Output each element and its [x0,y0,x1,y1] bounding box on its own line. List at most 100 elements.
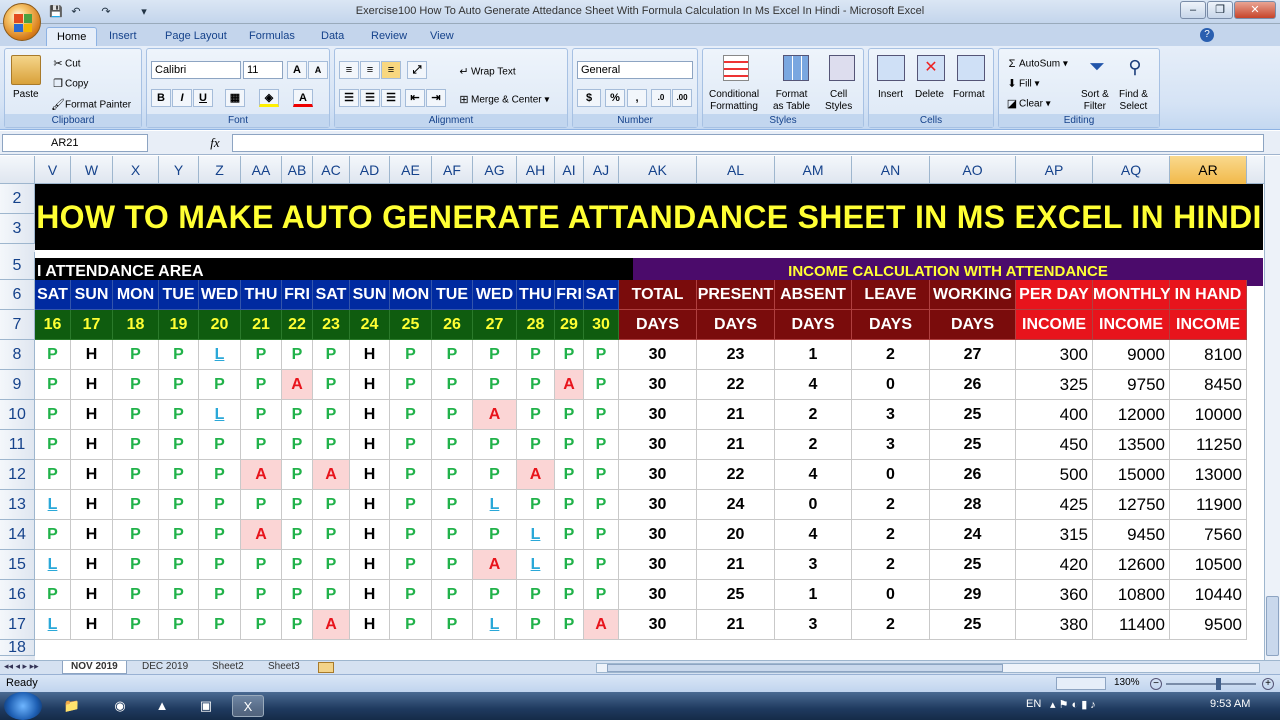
orientation-icon[interactable]: ⤢ [407,61,427,79]
row-header-9[interactable]: 9 [0,370,35,400]
summary-cell[interactable]: 30 [619,430,697,460]
attendance-cell[interactable]: P [113,460,159,490]
summary-cell[interactable]: 0 [852,580,930,610]
day-header[interactable]: MON [113,280,159,310]
date-header[interactable]: 26 [432,310,473,340]
date-header[interactable]: 23 [313,310,350,340]
comma-icon[interactable]: , [627,89,647,107]
attendance-cell[interactable]: P [390,490,432,520]
attendance-cell[interactable]: P [199,550,241,580]
attendance-cell[interactable]: P [241,550,282,580]
attendance-cell[interactable]: L [473,490,517,520]
attendance-cell[interactable]: H [71,520,113,550]
attendance-cell[interactable]: P [432,340,473,370]
attendance-cell[interactable]: P [282,460,313,490]
attendance-cell[interactable]: P [159,370,199,400]
column-header-ad[interactable]: AD [350,156,390,184]
attendance-cell[interactable]: H [71,400,113,430]
summary-cell[interactable]: 425 [1016,490,1093,520]
align-left-icon[interactable]: ☰ [339,89,359,107]
binoculars-icon[interactable]: ⚲ [1123,55,1147,79]
attendance-cell[interactable]: P [313,490,350,520]
attendance-cell[interactable]: P [241,490,282,520]
insert-cells-button[interactable]: Insert [878,89,903,101]
increase-decimal-icon[interactable]: .0 [651,89,671,107]
summary-cell[interactable]: 25 [930,430,1016,460]
paste-button[interactable]: Paste [13,89,39,101]
attendance-cell[interactable]: P [584,490,619,520]
maximize-button[interactable]: ❐ [1207,1,1233,19]
day-header[interactable]: WED [199,280,241,310]
attendance-cell[interactable]: P [584,460,619,490]
summary-cell[interactable]: 7560 [1170,520,1247,550]
summary-cell[interactable]: 30 [619,580,697,610]
firefox-icon[interactable]: ◉ [104,695,136,717]
summary-cell[interactable]: 12000 [1093,400,1170,430]
summary-cell[interactable]: 26 [930,370,1016,400]
date-header[interactable]: 24 [350,310,390,340]
attendance-cell[interactable]: P [473,460,517,490]
column-header-w[interactable]: W [71,156,113,184]
attendance-cell[interactable]: H [71,430,113,460]
day-header[interactable]: SAT [584,280,619,310]
day-header[interactable]: TUE [159,280,199,310]
language-indicator[interactable]: EN [1026,698,1041,710]
attendance-cell[interactable]: H [350,400,390,430]
summary-cell[interactable]: 2 [852,610,930,640]
summary-cell[interactable]: 2 [852,550,930,580]
day-header[interactable]: TUE [432,280,473,310]
attendance-cell[interactable]: L [35,610,71,640]
attendance-cell[interactable]: P [313,340,350,370]
delete-cells-button[interactable]: Delete [915,89,944,101]
clock[interactable]: 9:53 AM [1210,698,1250,710]
column-header-z[interactable]: Z [199,156,241,184]
attendance-cell[interactable]: A [555,370,584,400]
summary-cell[interactable]: 24 [697,490,775,520]
attendance-cell[interactable]: P [199,430,241,460]
attendance-cell[interactable]: P [282,340,313,370]
attendance-cell[interactable]: P [113,520,159,550]
align-center-icon[interactable]: ☰ [360,89,380,107]
view-buttons[interactable] [1056,677,1106,690]
summary-cell[interactable]: 9000 [1093,340,1170,370]
summary-cell[interactable]: 3 [852,400,930,430]
attendance-cell[interactable]: H [350,550,390,580]
explorer-icon[interactable]: 📁 [56,695,88,717]
italic-button[interactable]: I [172,89,192,107]
attendance-cell[interactable]: P [313,370,350,400]
attendance-cell[interactable]: P [555,610,584,640]
summary-cell[interactable]: 11400 [1093,610,1170,640]
attendance-cell[interactable]: A [241,460,282,490]
attendance-cell[interactable]: P [35,460,71,490]
attendance-cell[interactable]: P [390,580,432,610]
find-select-button[interactable]: Find & Select [1119,89,1148,113]
attendance-cell[interactable]: P [555,550,584,580]
attendance-cell[interactable]: P [517,610,555,640]
row-header-7[interactable]: 7 [0,310,35,340]
decrease-indent-icon[interactable]: ⇤ [405,89,425,107]
attendance-cell[interactable]: P [390,520,432,550]
attendance-cell[interactable]: P [241,610,282,640]
summary-cell[interactable]: 4 [775,370,852,400]
summary-cell[interactable]: 30 [619,520,697,550]
summary-cell[interactable]: 2 [852,520,930,550]
attendance-cell[interactable]: P [390,400,432,430]
day-header[interactable]: MON [390,280,432,310]
attendance-cell[interactable]: P [282,490,313,520]
attendance-cell[interactable]: P [35,430,71,460]
attendance-cell[interactable]: P [584,340,619,370]
summary-cell[interactable]: 400 [1016,400,1093,430]
h-scroll-thumb[interactable] [607,664,1003,672]
attendance-cell[interactable]: P [241,400,282,430]
summary-cell[interactable]: 450 [1016,430,1093,460]
attendance-cell[interactable]: P [282,550,313,580]
sheet-tab-sheet2[interactable]: Sheet2 [204,661,252,674]
attendance-cell[interactable]: P [199,490,241,520]
summary-cell[interactable]: 21 [697,430,775,460]
attendance-cell[interactable]: P [113,370,159,400]
zoom-slider[interactable] [1166,683,1256,685]
worksheet-grid[interactable]: HOW TO MAKE AUTO GENERATE ATTANDANCE SHE… [35,184,1263,660]
select-all-corner[interactable] [0,156,35,184]
summary-cell[interactable]: 300 [1016,340,1093,370]
attendance-cell[interactable]: P [241,580,282,610]
